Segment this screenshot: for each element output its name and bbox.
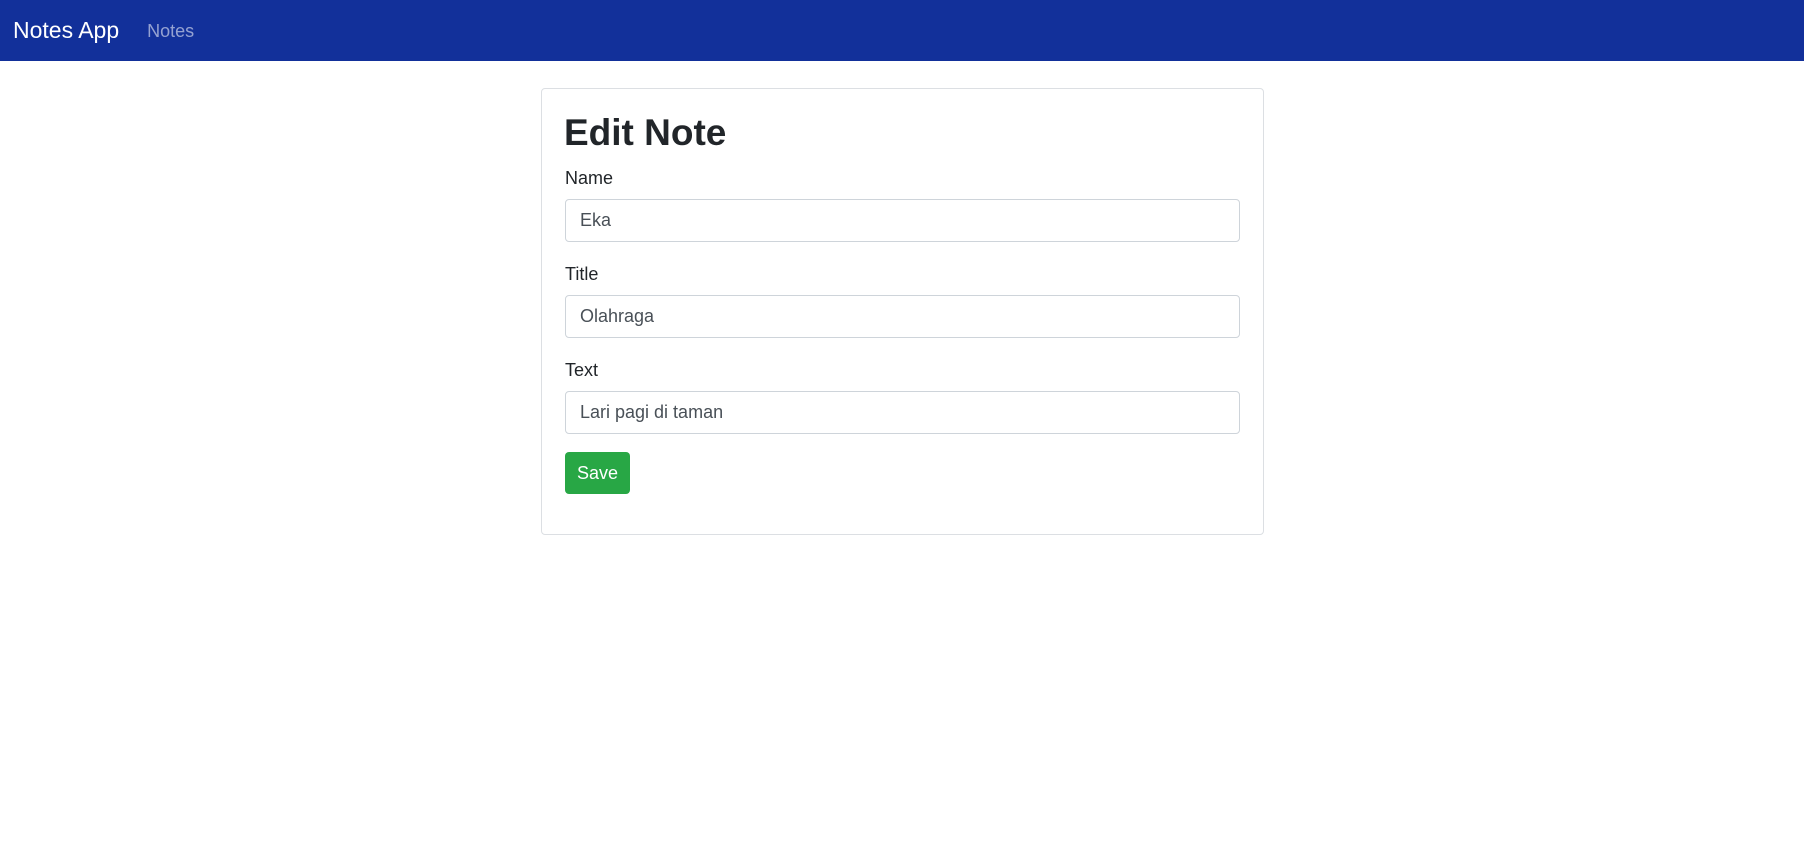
nav-link-notes[interactable]: Notes	[147, 22, 194, 40]
top-navbar: Notes App Notes	[0, 0, 1804, 61]
name-input[interactable]	[565, 199, 1240, 242]
save-button[interactable]: Save	[565, 452, 630, 494]
title-label: Title	[565, 264, 599, 284]
brand-link[interactable]: Notes App	[13, 19, 119, 42]
text-label: Text	[565, 360, 599, 380]
text-input[interactable]	[565, 391, 1240, 434]
title-input[interactable]	[565, 295, 1240, 338]
page-title: Edit Note	[564, 112, 727, 153]
name-label: Name	[565, 168, 614, 188]
